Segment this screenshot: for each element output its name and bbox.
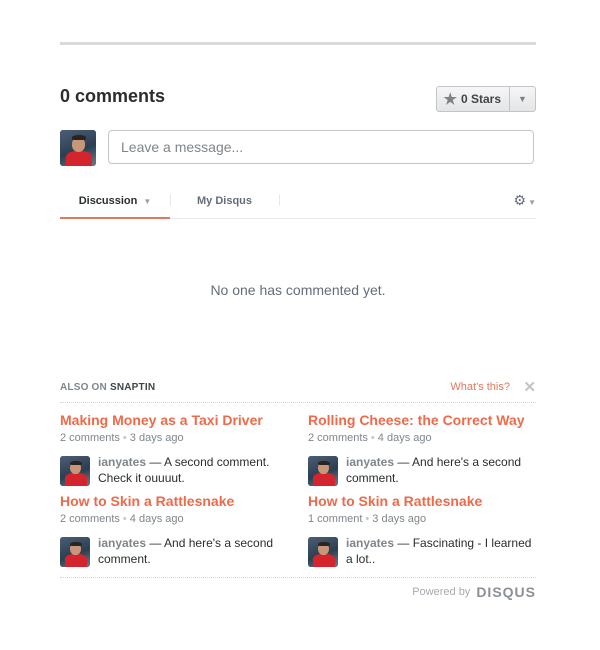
comment-excerpt: ianyates — And here's a second comment. bbox=[346, 454, 536, 486]
post-age: 3 days ago bbox=[129, 432, 184, 444]
comment-excerpt: ianyates — And here's a second comment. bbox=[98, 535, 288, 567]
comment-author: ianyates bbox=[346, 455, 395, 469]
footer-divider bbox=[60, 577, 536, 578]
message-input[interactable] bbox=[108, 130, 534, 164]
recommendation-meta: 2 comments • 3 days ago bbox=[60, 432, 184, 444]
comment-count: 2 comments bbox=[308, 432, 368, 444]
avatar bbox=[308, 456, 338, 486]
comment-count: 2 comments bbox=[60, 432, 120, 444]
recommendation-title[interactable]: Making Money as a Taxi Driver bbox=[60, 412, 288, 428]
comment-author: ianyates bbox=[346, 536, 395, 550]
recommendation-card: How to Skin a Rattlesnake 1 comment • 3 da… bbox=[308, 493, 536, 567]
thread-tabs: Discussion ▼ My Disqus ⚙ ▼ bbox=[60, 190, 536, 219]
recommendation-meta: 2 comments • 4 days ago bbox=[60, 513, 184, 525]
recommendation-comment[interactable]: ianyates — And here's a second comment. bbox=[60, 533, 288, 567]
stars-button-group: ★ 0 Stars ▼ bbox=[435, 86, 536, 112]
close-icon[interactable]: ✕ bbox=[523, 378, 536, 396]
tab-discussion-label: Discussion bbox=[78, 195, 138, 207]
stars-dropdown-button[interactable]: ▼ bbox=[510, 87, 535, 111]
tab-divider bbox=[279, 194, 280, 206]
comment-excerpt: ianyates — A second comment. Check it ou… bbox=[98, 454, 288, 486]
also-on-header: ALSO ON SNAPTIN What's this? ✕ bbox=[60, 376, 536, 403]
tab-my-disqus[interactable]: My Disqus bbox=[197, 190, 252, 217]
comment-excerpt: ianyates — Fascinating - I learned a lot… bbox=[346, 535, 536, 567]
star-icon: ★ bbox=[443, 90, 457, 108]
powered-by-disqus[interactable]: Powered by DISQUS bbox=[412, 584, 536, 600]
powered-by-label: Powered by bbox=[412, 586, 471, 598]
recommendation-card: Making Money as a Taxi Driver 2 comments… bbox=[60, 412, 288, 486]
top-divider bbox=[60, 42, 536, 45]
disqus-logo: DISQUS bbox=[476, 584, 536, 600]
post-age: 4 days ago bbox=[377, 432, 432, 444]
recommendation-title[interactable]: Rolling Cheese: the Correct Way bbox=[308, 412, 536, 428]
avatar bbox=[60, 537, 90, 567]
recommendation-meta: 2 comments • 4 days ago bbox=[308, 432, 432, 444]
comment-author: ianyates bbox=[98, 455, 147, 469]
comment-author: ianyates bbox=[98, 536, 147, 550]
recommendation-title[interactable]: How to Skin a Rattlesnake bbox=[308, 493, 536, 509]
also-on-title: ALSO ON SNAPTIN bbox=[60, 382, 155, 393]
chevron-down-icon: ▼ bbox=[518, 94, 527, 104]
avatar bbox=[60, 456, 90, 486]
chevron-down-icon: ▼ bbox=[528, 198, 536, 207]
tab-discussion[interactable]: Discussion ▼ bbox=[60, 190, 170, 219]
star-thread-button[interactable]: ★ 0 Stars bbox=[437, 87, 510, 111]
empty-state-text: No one has commented yet. bbox=[210, 282, 386, 298]
avatar bbox=[308, 537, 338, 567]
recommendation-comment[interactable]: ianyates — A second comment. Check it ou… bbox=[60, 452, 288, 486]
recommendation-comment[interactable]: ianyates — And here's a second comment. bbox=[308, 452, 536, 486]
comment-count: 1 comment bbox=[308, 513, 363, 525]
recommendation-card: How to Skin a Rattlesnake 2 comments • 4 d… bbox=[60, 493, 288, 567]
post-age: 4 days ago bbox=[129, 513, 184, 525]
chevron-down-icon: ▼ bbox=[143, 197, 152, 206]
comment-count: 0 comments bbox=[60, 86, 166, 106]
recommendation-meta: 1 comment • 3 days ago bbox=[308, 513, 427, 525]
settings-menu-button[interactable]: ⚙ ▼ bbox=[514, 192, 536, 209]
also-on-site[interactable]: SNAPTIN bbox=[110, 382, 155, 393]
also-on-prefix: ALSO ON bbox=[60, 382, 107, 393]
stars-label: 0 Stars bbox=[460, 92, 501, 106]
comment-count: 2 comments bbox=[60, 513, 120, 525]
current-user-avatar[interactable] bbox=[60, 130, 96, 166]
recommendation-title[interactable]: How to Skin a Rattlesnake bbox=[60, 493, 288, 509]
tab-divider bbox=[170, 194, 171, 206]
recommendation-card: Rolling Cheese: the Correct Way 2 commen… bbox=[308, 412, 536, 486]
recommendation-comment[interactable]: ianyates — Fascinating - I learned a lot… bbox=[308, 533, 536, 567]
gear-icon: ⚙ bbox=[513, 192, 527, 208]
post-age: 3 days ago bbox=[372, 513, 427, 525]
whats-this-link[interactable]: What's this? bbox=[450, 381, 510, 393]
